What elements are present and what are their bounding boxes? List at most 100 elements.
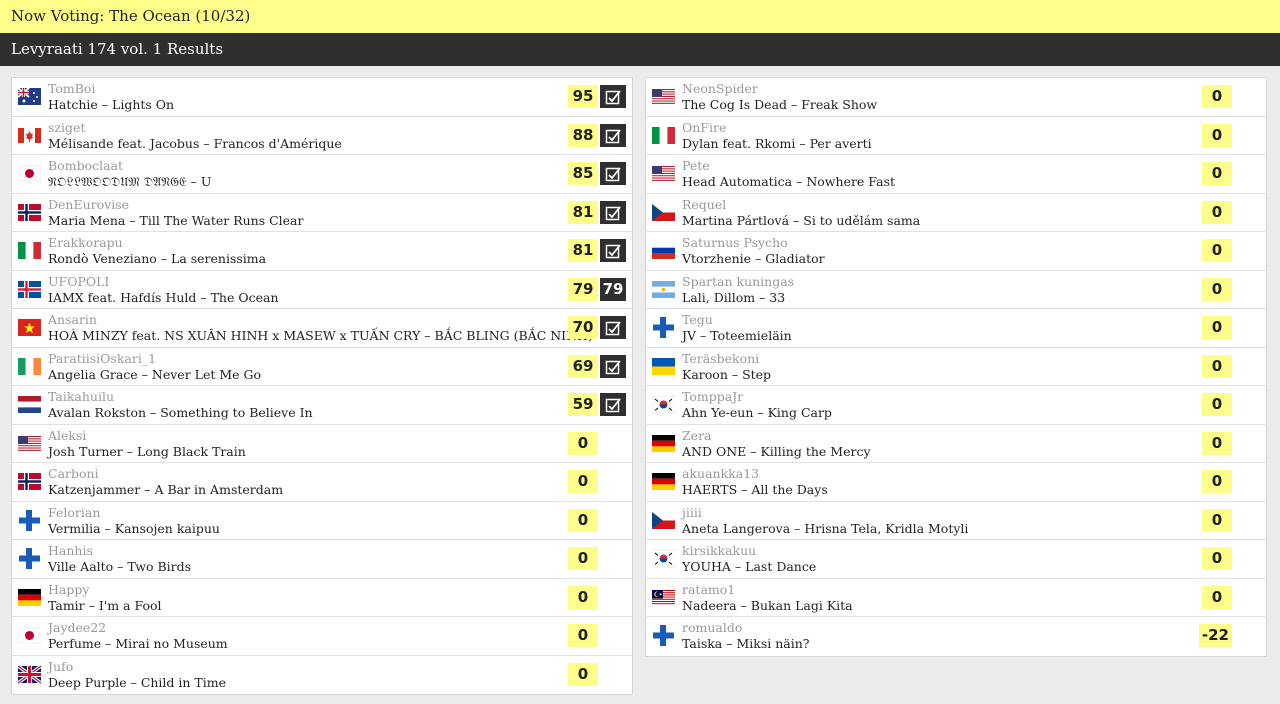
result-row: TomppaJr Ahn Ye-eun – King Carp 0	[646, 386, 1266, 425]
own-score-badge: 79	[600, 277, 626, 301]
song-title: HOÀ MINZY feat. NS XUÂN HINH x MASEW x T…	[48, 328, 593, 343]
voter-name: sziget	[48, 119, 86, 135]
result-row: Happy Tamir – I'm a Fool 0	[12, 579, 632, 617]
czechia-flag-icon	[652, 509, 675, 532]
finland-flag-icon	[652, 316, 675, 339]
voter-name: OnFire	[682, 119, 727, 135]
score-badge: 59	[568, 393, 598, 416]
score-badge: 0	[1202, 239, 1232, 262]
result-row: Requel Martina Pártlová – Si to udělám sa…	[646, 194, 1266, 232]
now-voting-text: Now Voting: The Ocean (10/32)	[11, 7, 251, 25]
voter-name: TomppaJr	[682, 389, 744, 404]
finland-flag-icon	[18, 547, 41, 570]
checkbox-checked-icon[interactable]	[600, 162, 626, 185]
score-badge: 0	[1202, 547, 1232, 570]
checkbox-checked-icon[interactable]	[600, 354, 626, 378]
voter-name: UFOPOLI	[48, 273, 110, 289]
score-badge: 0	[1202, 162, 1232, 185]
voter-name: jiiii	[682, 504, 702, 520]
voter-name: Ansarin	[48, 312, 97, 327]
song-title: Avalan Rokston – Something to Believe In	[48, 405, 313, 420]
usa-flag-icon	[652, 162, 675, 185]
norway-flag-icon	[18, 470, 41, 493]
result-row: Aleksi Josh Turner – Long Black Train 0	[12, 425, 632, 463]
result-row: Taikahuilu Avalan Rokston – Something to …	[12, 386, 632, 425]
japan-flag-icon	[18, 624, 41, 647]
checkbox-checked-icon[interactable]	[600, 239, 626, 262]
finland-flag-icon	[652, 624, 675, 647]
song-title: IAMX feat. Hafdís Huld – The Ocean	[48, 289, 279, 305]
checkbox-checked-icon[interactable]	[600, 316, 626, 339]
voter-name: Jufo	[48, 658, 74, 674]
score-badge: 95	[568, 85, 598, 108]
song-title: Mélisande feat. Jacobus – Francos d'Amér…	[48, 135, 342, 151]
song-title: JV – Toteemieläin	[682, 328, 792, 343]
checkbox-checked-icon[interactable]	[600, 85, 626, 108]
song-title: Josh Turner – Long Black Train	[48, 443, 246, 459]
voter-name: ratamo1	[682, 581, 736, 597]
song-title: Ahn Ye-eun – King Carp	[682, 405, 832, 420]
voter-name: Taikahuilu	[48, 389, 114, 404]
score-badge: 0	[568, 470, 598, 493]
result-row: romualdo Taiska – Miksi näin? -22	[646, 617, 1266, 656]
result-row: Bomboclaat 𝔑𝔒𝔏𝔏𝔚𝔒𝔒𝔇𝔘𝔐 𝔇𝔄𝔑𝔊𝔈 – U 85	[12, 155, 632, 194]
voter-name: Jaydee22	[48, 620, 107, 635]
voter-name: TomBoi	[48, 81, 96, 96]
result-row: UFOPOLI IAMX feat. Hafdís Huld – The Ocea…	[12, 271, 632, 309]
voter-name: Zera	[682, 427, 712, 443]
norway-flag-icon	[18, 201, 41, 224]
song-title: Angelia Grace – Never Let Me Go	[48, 366, 262, 382]
song-title: Aneta Langerova – Hrisna Tela, Kridla Mo…	[682, 520, 969, 536]
vietnam-flag-icon	[18, 316, 41, 339]
australia-flag-icon	[18, 85, 41, 108]
germany-flag-icon	[652, 432, 675, 455]
song-title: Tamir – I'm a Fool	[48, 597, 162, 613]
score-badge: 0	[568, 508, 598, 532]
song-title: Karoon – Step	[682, 366, 772, 382]
voter-name: Pete	[682, 158, 710, 173]
result-row: Spartan kuningas Lali, Dillom – 33 0	[646, 271, 1266, 309]
result-row: DenEurovise Maria Mena – Till The Water R…	[12, 194, 632, 232]
results-column-left: TomBoi Hatchie – Lights On 95 sziget Mélisan…	[11, 77, 633, 695]
argentina-flag-icon	[652, 278, 675, 301]
ireland-flag-icon	[18, 355, 41, 378]
score-badge: 0	[1202, 85, 1232, 108]
song-title: Ville Aalto – Two Birds	[48, 559, 192, 574]
score-badge: 79	[568, 277, 598, 301]
checkbox-checked-icon[interactable]	[600, 123, 626, 147]
song-title: Katzenjammer – A Bar in Amsterdam	[48, 482, 284, 497]
result-row: Saturnus Psycho Vtorzhenie – Gladiator 0	[646, 232, 1266, 271]
result-row: Tegu JV – Toteemieläin 0	[646, 309, 1266, 348]
song-title: Lali, Dillom – 33	[682, 289, 786, 305]
canada-flag-icon	[18, 123, 41, 147]
checkbox-checked-icon[interactable]	[600, 200, 626, 224]
results-column-right: NeonSpider The Cog Is Dead – Freak Show 0 O…	[645, 77, 1267, 657]
voter-name: Carboni	[48, 466, 99, 481]
result-row: TomBoi Hatchie – Lights On 95	[12, 78, 632, 117]
score-badge: 0	[1202, 431, 1232, 455]
song-title: AND ONE – Killing the Mercy	[682, 443, 871, 459]
result-row: Hanhis Ville Aalto – Two Birds 0	[12, 540, 632, 579]
song-title: Nadeera – Bukan Lagi Kita	[682, 597, 853, 613]
song-title: Vtorzhenie – Gladiator	[682, 251, 825, 266]
song-title: Taiska – Miksi näin?	[682, 636, 810, 651]
score-badge: 0	[568, 431, 598, 455]
result-row: NeonSpider The Cog Is Dead – Freak Show 0	[646, 78, 1266, 117]
song-title: Perfume – Mirai no Museum	[48, 636, 228, 651]
checkbox-checked-icon[interactable]	[600, 393, 626, 416]
voter-name: Aleksi	[48, 427, 87, 443]
russia-flag-icon	[652, 239, 675, 262]
result-row: Jufo Deep Purple – Child in Time 0	[12, 656, 632, 695]
italy-flag-icon	[18, 239, 41, 262]
result-row: Jaydee22 Perfume – Mirai no Museum 0	[12, 617, 632, 656]
score-badge: 70	[568, 316, 598, 339]
song-title: Vermilia – Kansojen kaipuu	[48, 520, 220, 536]
result-row: Felorian Vermilia – Kansojen kaipuu 0	[12, 502, 632, 540]
song-title: YOUHA – Last Dance	[682, 559, 817, 574]
netherlands-flag-icon	[18, 393, 41, 416]
score-badge: 0	[568, 547, 598, 570]
result-row: jiiii Aneta Langerova – Hrisna Tela, Krid…	[646, 502, 1266, 540]
score-badge: 81	[568, 239, 598, 262]
score-badge: 69	[568, 354, 598, 378]
score-badge: 88	[568, 123, 598, 147]
